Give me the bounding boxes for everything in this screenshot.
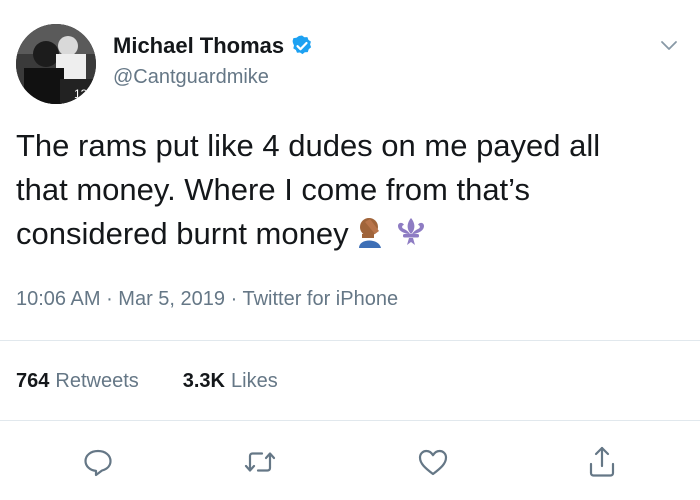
tweet-source[interactable]: Twitter for iPhone xyxy=(242,288,398,310)
avatar-image: 13 xyxy=(16,24,96,104)
reply-button[interactable] xyxy=(80,444,116,480)
likes-stat[interactable]: 3.3K Likes xyxy=(183,370,278,393)
retweet-icon xyxy=(244,452,276,472)
share-button[interactable] xyxy=(584,444,620,480)
tweet-time[interactable]: 10:06 AM xyxy=(16,288,101,310)
display-name-text: Michael Thomas xyxy=(113,33,285,58)
meta-separator: · xyxy=(225,288,243,310)
display-name[interactable]: Michael Thomas xyxy=(113,33,314,59)
tweet-text: The rams put like 4 dudes on me payed al… xyxy=(16,124,686,262)
retweets-label: Retweets xyxy=(55,370,139,392)
meta-separator: · xyxy=(100,288,119,310)
tweet-meta: 10:06 AM · Mar 5, 2019 · Twitter for iPh… xyxy=(16,288,398,311)
chevron-down-icon[interactable] xyxy=(658,34,680,56)
divider xyxy=(0,420,700,421)
retweet-button[interactable] xyxy=(242,444,278,480)
verified-badge-icon xyxy=(292,35,312,55)
likes-label: Likes xyxy=(231,370,278,392)
face-palm-emoji xyxy=(353,214,389,262)
tweet-stats: 764 Retweets 3.3K Likes xyxy=(16,370,278,393)
likes-count: 3.3K xyxy=(182,370,225,392)
retweets-count: 764 xyxy=(16,370,50,392)
svg-text:13: 13 xyxy=(74,87,88,101)
tweet-card: 13 Michael Thomas @Cantguardmike The ram… xyxy=(0,0,700,500)
avatar[interactable]: 13 xyxy=(16,24,96,104)
tweet-text-content: The rams put like 4 dudes on me payed al… xyxy=(16,128,601,251)
divider xyxy=(0,340,700,341)
share-icon xyxy=(589,446,615,477)
user-handle[interactable]: @Cantguardmike xyxy=(113,66,269,89)
like-icon xyxy=(418,449,448,476)
reply-icon xyxy=(84,449,112,477)
tweet-date[interactable]: Mar 5, 2019 xyxy=(118,288,225,310)
action-bar xyxy=(0,444,700,480)
retweets-stat[interactable]: 764 Retweets xyxy=(16,370,139,393)
like-button[interactable] xyxy=(415,444,451,480)
fleur-de-lis-emoji xyxy=(393,214,429,262)
